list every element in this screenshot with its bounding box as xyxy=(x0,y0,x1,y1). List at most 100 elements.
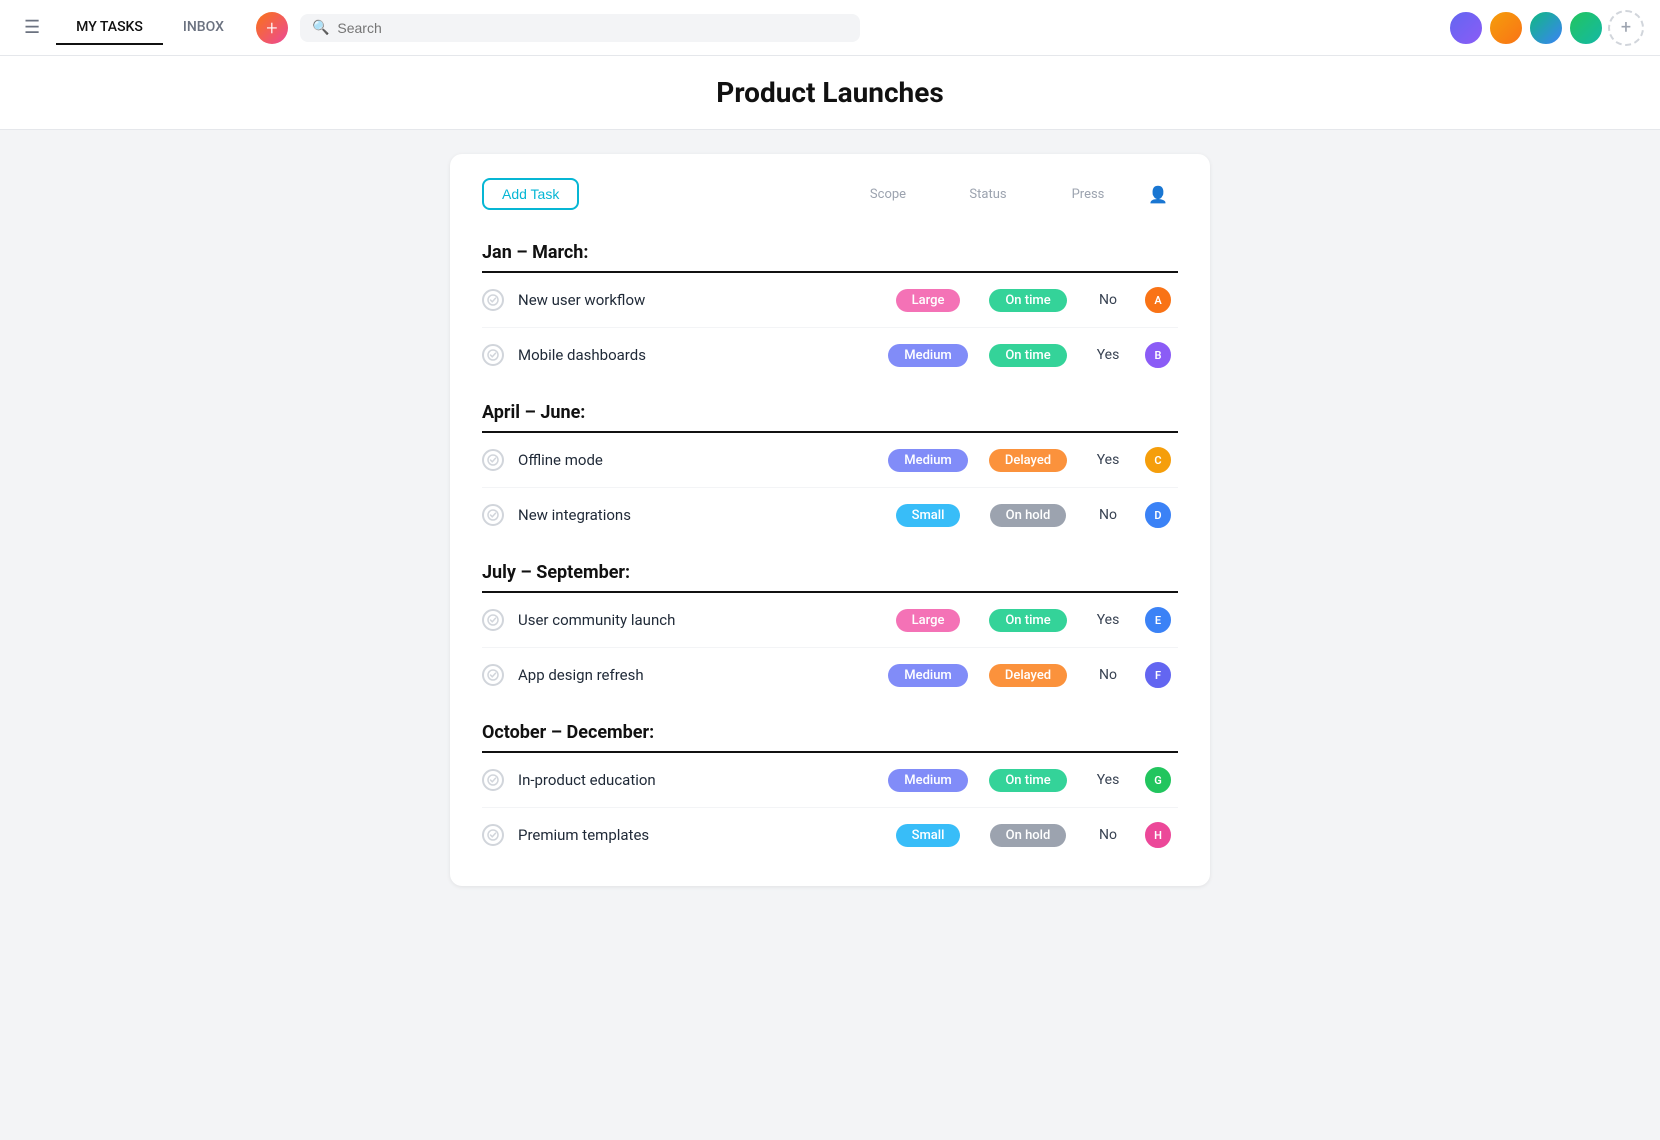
task-columns: Medium Delayed Yes C xyxy=(878,445,1178,475)
assignee-column-header: 👤 xyxy=(1138,185,1178,204)
task-press: No xyxy=(1078,292,1138,308)
avatar[interactable]: D xyxy=(1143,500,1173,530)
section-3: October – December: In-product education… xyxy=(482,722,1178,862)
task-status: Delayed xyxy=(978,664,1078,687)
section-title-1: April – June: xyxy=(482,402,1178,433)
section-1: April – June: Offline mode Medium Delaye… xyxy=(482,402,1178,542)
table-row: User community launch Large On time Yes … xyxy=(482,593,1178,648)
task-checkbox[interactable] xyxy=(482,664,504,686)
sections-container: Jan – March: New user workflow Large On … xyxy=(482,242,1178,862)
section-title-2: July – September: xyxy=(482,562,1178,593)
status-badge: On time xyxy=(989,769,1066,792)
scope-column-header: Scope xyxy=(838,187,938,202)
page-title: Product Launches xyxy=(716,76,943,109)
person-icon: 👤 xyxy=(1148,185,1168,204)
search-input[interactable] xyxy=(337,20,848,36)
avatar-user-3[interactable] xyxy=(1528,10,1564,46)
task-columns: Medium Delayed No F xyxy=(878,660,1178,690)
task-checkbox[interactable] xyxy=(482,769,504,791)
avatar-user-4[interactable] xyxy=(1568,10,1604,46)
task-checkbox[interactable] xyxy=(482,289,504,311)
scope-badge: Medium xyxy=(888,769,968,792)
team-avatars: + xyxy=(1448,10,1644,46)
avatar[interactable]: F xyxy=(1143,660,1173,690)
search-icon: 🔍 xyxy=(312,20,329,36)
section-0: Jan – March: New user workflow Large On … xyxy=(482,242,1178,382)
avatar[interactable]: E xyxy=(1143,605,1173,635)
task-assignee: A xyxy=(1138,285,1178,315)
scope-badge: Large xyxy=(896,609,961,632)
task-checkbox[interactable] xyxy=(482,449,504,471)
scope-badge: Medium xyxy=(888,664,968,687)
status-badge: On time xyxy=(989,289,1066,312)
task-press: Yes xyxy=(1078,612,1138,628)
scope-badge: Large xyxy=(896,289,961,312)
task-scope: Large xyxy=(878,289,978,312)
task-columns: Large On time Yes E xyxy=(878,605,1178,635)
task-status: On time xyxy=(978,344,1078,367)
avatar[interactable]: G xyxy=(1143,765,1173,795)
table-row: In-product education Medium On time Yes … xyxy=(482,753,1178,808)
table-row: Offline mode Medium Delayed Yes C xyxy=(482,433,1178,488)
add-member-button[interactable]: + xyxy=(1608,10,1644,46)
task-scope: Large xyxy=(878,609,978,632)
status-badge: On hold xyxy=(990,824,1067,847)
main-content: Add Task Scope Status Press 👤 Jan – Marc… xyxy=(0,130,1660,918)
task-scope: Medium xyxy=(878,344,978,367)
nav-tabs: MY TASKS INBOX xyxy=(56,11,244,45)
table-row: New integrations Small On hold No D xyxy=(482,488,1178,542)
task-press: Yes xyxy=(1078,772,1138,788)
task-name: In-product education xyxy=(518,771,878,789)
task-press: No xyxy=(1078,827,1138,843)
hamburger-menu[interactable]: ☰ xyxy=(16,9,48,46)
task-columns: Small On hold No D xyxy=(878,500,1178,530)
nav-tab-my-tasks[interactable]: MY TASKS xyxy=(56,11,163,45)
status-column-header: Status xyxy=(938,187,1038,202)
task-scope: Medium xyxy=(878,664,978,687)
task-assignee: E xyxy=(1138,605,1178,635)
task-scope: Small xyxy=(878,824,978,847)
avatar-user-1[interactable] xyxy=(1448,10,1484,46)
status-badge: On hold xyxy=(990,504,1067,527)
add-task-button[interactable]: Add Task xyxy=(482,178,579,210)
scope-badge: Medium xyxy=(888,344,968,367)
task-columns: Medium On time Yes B xyxy=(878,340,1178,370)
task-checkbox[interactable] xyxy=(482,504,504,526)
task-status: On time xyxy=(978,289,1078,312)
avatar[interactable]: B xyxy=(1143,340,1173,370)
task-press: No xyxy=(1078,507,1138,523)
avatar[interactable]: C xyxy=(1143,445,1173,475)
task-assignee: H xyxy=(1138,820,1178,850)
add-button[interactable]: + xyxy=(256,12,288,44)
nav-tab-inbox[interactable]: INBOX xyxy=(163,11,244,45)
task-assignee: D xyxy=(1138,500,1178,530)
status-badge: Delayed xyxy=(989,449,1067,472)
table-row: App design refresh Medium Delayed No F xyxy=(482,648,1178,702)
avatar[interactable]: H xyxy=(1143,820,1173,850)
scope-badge: Small xyxy=(896,504,961,527)
task-checkbox[interactable] xyxy=(482,609,504,631)
task-name: New user workflow xyxy=(518,291,878,309)
avatar[interactable]: A xyxy=(1143,285,1173,315)
top-navigation: ☰ MY TASKS INBOX + 🔍 + xyxy=(0,0,1660,56)
task-name: User community launch xyxy=(518,611,878,629)
task-checkbox[interactable] xyxy=(482,824,504,846)
task-name: Premium templates xyxy=(518,826,878,844)
section-title-0: Jan – March: xyxy=(482,242,1178,273)
task-scope: Medium xyxy=(878,449,978,472)
task-name: Mobile dashboards xyxy=(518,346,878,364)
column-headers: Scope Status Press 👤 xyxy=(838,185,1178,204)
task-name: App design refresh xyxy=(518,666,878,684)
task-press: Yes xyxy=(1078,347,1138,363)
task-scope: Small xyxy=(878,504,978,527)
task-checkbox[interactable] xyxy=(482,344,504,366)
avatar-user-2[interactable] xyxy=(1488,10,1524,46)
task-status: On time xyxy=(978,609,1078,632)
search-bar: 🔍 xyxy=(300,14,860,42)
task-status: On hold xyxy=(978,824,1078,847)
task-columns: Small On hold No H xyxy=(878,820,1178,850)
scope-badge: Medium xyxy=(888,449,968,472)
scope-badge: Small xyxy=(896,824,961,847)
task-press: Yes xyxy=(1078,452,1138,468)
card-header: Add Task Scope Status Press 👤 xyxy=(482,178,1178,222)
